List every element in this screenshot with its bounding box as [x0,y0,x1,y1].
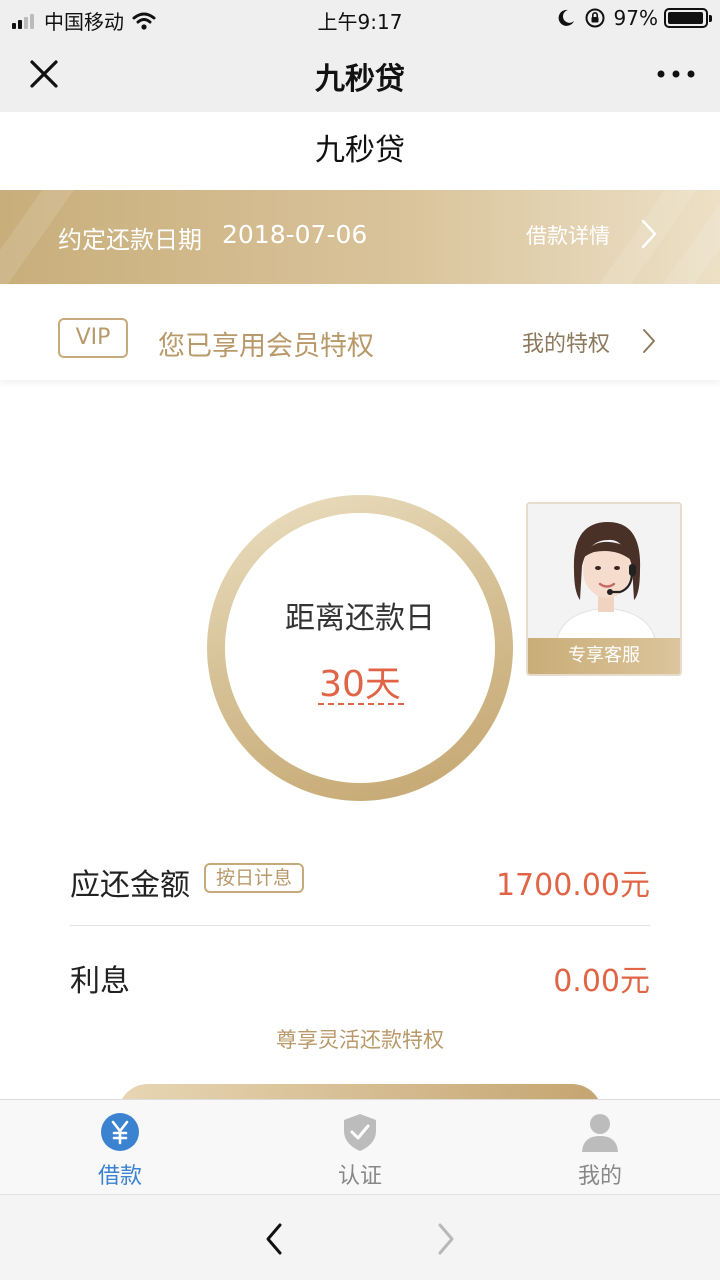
shield-check-icon [344,1114,376,1151]
vip-status-text: 您已享用会员特权 [158,331,374,362]
nav-bar: 九秒贷 [0,36,720,112]
amount-due-value: 1700.00元 [495,868,650,903]
countdown-ring-inner [225,513,495,783]
tab-label: 借款 [97,1164,142,1189]
tab-label: 我的 [577,1164,622,1189]
service-label: 专享客服 [528,638,680,674]
countdown-underline [318,703,404,705]
back-arrow-icon[interactable] [262,1219,286,1259]
vip-badge: VIP [58,318,128,358]
yen-icon [101,1113,139,1151]
agent-avatar-icon [528,504,680,644]
interest-value: 0.00元 [553,964,650,999]
browser-toolbar [0,1194,720,1280]
rotation-lock-icon [585,8,605,28]
repayment-date-label: 约定还款日期 [58,226,202,254]
forward-arrow-icon[interactable] [434,1219,458,1259]
flexible-repayment-note: 尊享灵活还款特权 [276,1028,444,1052]
nav-title: 九秒贷 [315,62,405,97]
countdown-days[interactable]: 30天 [207,655,513,707]
my-privileges-link[interactable]: 我的特权 [522,326,610,358]
page-title: 九秒贷 [0,112,720,190]
vip-row[interactable]: VIP 您已享用会员特权 我的特权 [0,300,720,380]
divider [70,925,650,926]
tab-verify[interactable]: 认证 [240,1100,480,1195]
countdown-label: 距离还款日 [285,601,435,636]
loan-details-link[interactable]: 借款详情 [526,220,610,250]
chevron-right-icon [643,329,655,353]
more-icon[interactable] [656,64,696,84]
close-icon[interactable] [24,54,64,94]
countdown-ring: 距离还款日 30天 [207,495,513,801]
tab-label: 认证 [337,1164,382,1189]
repayment-date-banner[interactable]: 约定还款日期 2018-07-06 借款详情 [0,190,720,284]
user-icon [582,1114,618,1152]
battery-icon [664,8,712,28]
repayment-date-value: 2018-07-06 [222,220,368,249]
interest-label: 利息 [70,964,130,999]
status-right: 97% [556,6,712,30]
tab-bar: 借款 认证 我的 [0,1099,720,1194]
chevron-right-icon [641,219,657,249]
status-bar: 中国移动 上午9:17 97% [0,0,720,36]
moon-icon [558,9,574,26]
battery-percent: 97% [613,6,658,30]
customer-service-card[interactable]: 专享客服 [526,502,682,676]
tab-loan[interactable]: 借款 [0,1100,240,1195]
amount-due-label: 应还金额 [70,868,190,903]
tab-mine[interactable]: 我的 [480,1100,720,1195]
daily-interest-tag: 按日计息 [204,863,305,893]
